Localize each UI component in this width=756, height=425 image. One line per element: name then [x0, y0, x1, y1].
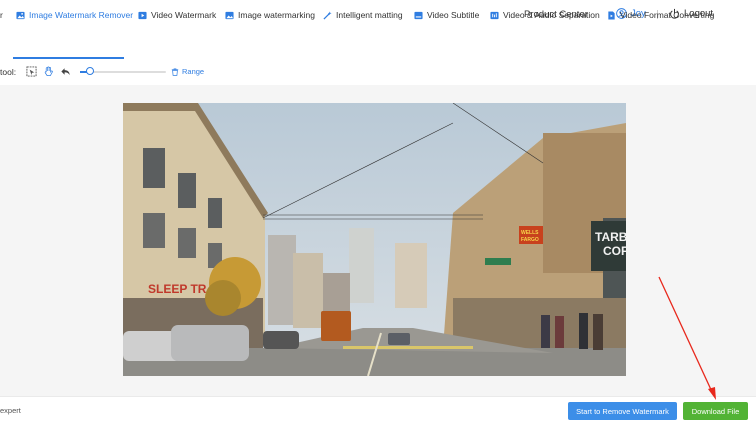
wells-fargo-text: WELLS	[521, 230, 539, 236]
undo-icon[interactable]	[60, 66, 71, 77]
tab-video-watermark[interactable]: Video Watermark	[138, 10, 216, 20]
car	[171, 325, 249, 361]
download-file-button[interactable]: Download File	[683, 402, 748, 420]
window	[143, 213, 165, 248]
tab-previous[interactable]: r	[0, 10, 3, 20]
hand-icon[interactable]	[43, 66, 54, 77]
window	[208, 198, 222, 228]
car	[388, 333, 410, 345]
brush-size-knob[interactable]	[86, 67, 94, 75]
pedestrian	[593, 314, 603, 350]
window	[143, 148, 165, 188]
tab-label: Image Watermark Remover	[29, 10, 134, 20]
tab-video-format-converting[interactable]: Video Format Converting	[607, 10, 714, 20]
tab-label: Video & Audio Separation	[503, 10, 600, 20]
car	[263, 331, 299, 349]
window	[178, 228, 196, 258]
tower	[293, 253, 323, 328]
cable-car	[321, 311, 351, 341]
uploaded-image[interactable]: SLEEP TR TARB COF WELLS FARGO	[123, 103, 626, 376]
tower	[395, 243, 427, 308]
tab-label: Image watermarking	[238, 10, 316, 20]
range-label: Range	[182, 67, 205, 76]
subtitle-icon	[414, 11, 423, 19]
tab-image-watermark-remover[interactable]: Image Watermark Remover	[16, 10, 133, 20]
tab-label: Video Subtitle	[427, 10, 480, 20]
tool-bar	[0, 60, 756, 86]
image-icon	[16, 11, 25, 19]
tab-video-audio-separation[interactable]: Video & Audio Separation	[490, 10, 600, 20]
separation-icon	[490, 11, 499, 19]
crosswalk	[343, 346, 473, 349]
starbucks-sign: COF	[603, 244, 626, 258]
magic-wand-icon	[323, 10, 332, 20]
tab-label: r	[0, 10, 3, 20]
file-video-icon	[608, 10, 615, 20]
tab-label: Video Watermark	[151, 10, 217, 20]
tab-label: Video Format Converting	[620, 10, 715, 20]
tab-intelligent-matting[interactable]: Intelligent matting	[323, 10, 403, 20]
tower	[268, 235, 296, 325]
select-box-icon[interactable]	[26, 66, 37, 77]
pedestrian	[555, 316, 564, 348]
footer-text: expert	[0, 406, 21, 415]
trash-icon	[171, 67, 179, 76]
tree	[205, 280, 241, 316]
active-tab-indicator	[13, 57, 124, 59]
street-sign	[485, 258, 511, 265]
starbucks-sign: TARB	[595, 230, 626, 244]
tab-image-watermarking[interactable]: Image watermarking	[225, 10, 315, 20]
tab-video-subtitle[interactable]: Video Subtitle	[414, 10, 479, 20]
tower	[349, 228, 374, 303]
tool-label: tool:	[0, 67, 17, 77]
sleep-sign: SLEEP TR	[148, 282, 207, 296]
pedestrian	[579, 313, 588, 349]
range-button[interactable]: Range	[171, 67, 204, 76]
video-icon	[138, 11, 147, 19]
image-icon	[225, 11, 234, 19]
pedestrian	[541, 315, 550, 348]
window	[178, 173, 196, 208]
tab-label: Intelligent matting	[336, 10, 403, 20]
wells-fargo-text: FARGO	[521, 237, 539, 243]
start-remove-watermark-button[interactable]: Start to Remove Watermark	[568, 402, 677, 420]
